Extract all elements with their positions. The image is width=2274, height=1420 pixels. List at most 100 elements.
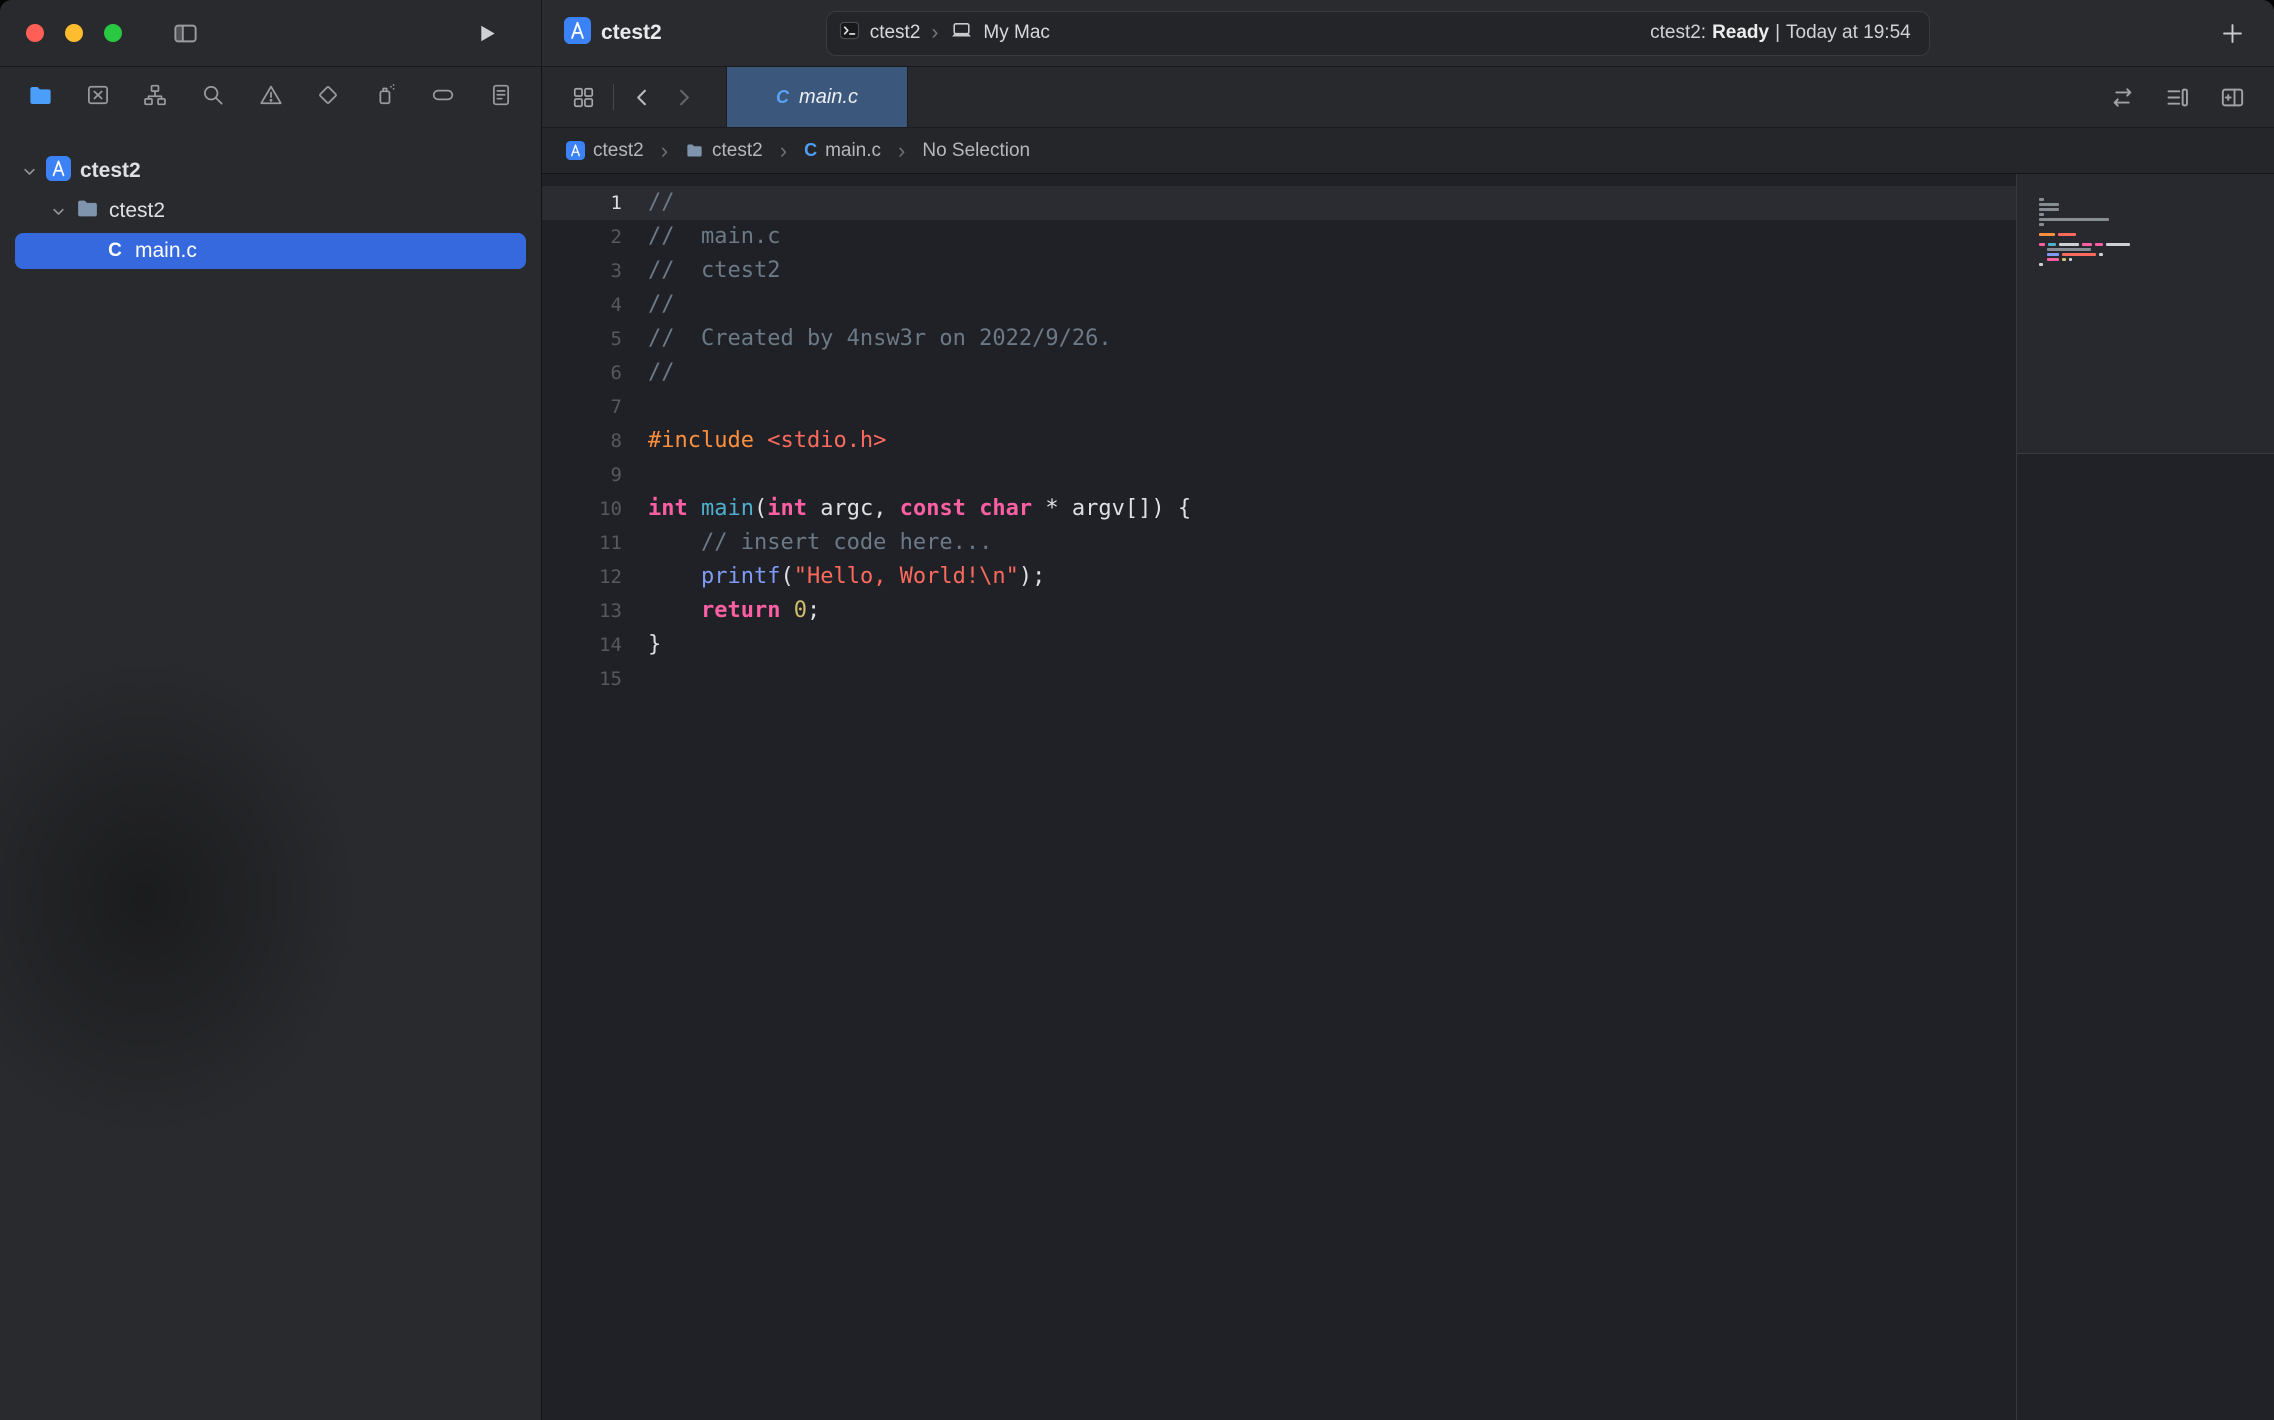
line-number[interactable]: 8 — [542, 424, 622, 458]
code-text: // — [648, 186, 675, 220]
zoom-button[interactable] — [104, 24, 122, 42]
tab-main-c[interactable]: C main.c — [726, 67, 908, 127]
minimap-line — [2039, 218, 2130, 221]
run-button[interactable] — [474, 21, 499, 46]
line-number[interactable]: 2 — [542, 220, 622, 254]
breadcrumb-item[interactable]: No Selection — [922, 140, 1030, 162]
code-line[interactable]: 9 — [542, 458, 2016, 492]
disclosure-chevron-icon[interactable] — [21, 164, 37, 179]
code-text: #include <stdio.h> — [648, 424, 886, 458]
code-line[interactable]: 14} — [542, 628, 2016, 662]
line-number[interactable]: 14 — [542, 628, 622, 662]
activity-status[interactable]: ctest2: Ready | Today at 19:54 — [1650, 22, 1911, 44]
scheme-destination-label[interactable]: My Mac — [983, 22, 1050, 44]
minimap[interactable] — [2016, 174, 2274, 1420]
chevron-separator-icon: › — [929, 21, 940, 45]
breadcrumb-separator-icon: › — [652, 140, 677, 162]
breadcrumb-label: ctest2 — [712, 140, 763, 162]
scheme-selector[interactable]: ctest2 › My Mac — [838, 18, 1050, 49]
find-navigator-icon[interactable] — [195, 77, 231, 113]
related-items-icon[interactable] — [562, 85, 605, 110]
tab-bar-left-controls — [542, 67, 704, 127]
scheme-target-label[interactable]: ctest2 — [870, 22, 921, 44]
breadcrumb-label: main.c — [825, 140, 881, 162]
code-line[interactable]: 3// ctest2 — [542, 254, 2016, 288]
breadcrumb-item[interactable]: ctest2 — [566, 140, 644, 162]
code-line[interactable]: 1 // — [542, 186, 2016, 220]
line-number[interactable]: 15 — [542, 662, 622, 696]
line-number[interactable]: 12 — [542, 560, 622, 594]
line-number[interactable]: 6 — [542, 356, 622, 390]
breadcrumb-item[interactable]: ctest2 — [685, 140, 763, 162]
editor-tab-bar: C main.c — [542, 67, 2274, 128]
minimap-line — [2039, 213, 2130, 216]
add-button[interactable] — [2219, 20, 2246, 47]
minimap-line — [2047, 248, 2130, 251]
code-text: // — [648, 288, 675, 322]
code-line[interactable]: 4 // — [542, 288, 2016, 322]
code-line[interactable]: 6 // — [542, 356, 2016, 390]
back-button[interactable] — [622, 86, 663, 109]
breadcrumb-item[interactable]: Cmain.c — [804, 140, 881, 162]
code-editor[interactable]: 1//2// main.c3// ctest24//5// Created by… — [542, 174, 2016, 1420]
activity-pill: ctest2 › My Mac ctest2: Ready | Today at… — [826, 11, 1930, 56]
navigator-sidebar: ctest2 ctest2 Cmain.c — [0, 67, 542, 1420]
code-text: // — [648, 356, 675, 390]
tree-row-ctest2[interactable]: ctest2 — [15, 153, 526, 189]
report-navigator-icon[interactable] — [483, 77, 519, 113]
project-navigator-icon[interactable] — [22, 77, 58, 113]
line-number[interactable]: 13 — [542, 594, 622, 628]
code-line[interactable]: 11 // insert code here... — [542, 526, 2016, 560]
tree-row-main.c[interactable]: Cmain.c — [15, 233, 526, 269]
main-split: ctest2 ctest2 Cmain.c — [0, 67, 2274, 1420]
c-file-icon: C — [804, 140, 817, 161]
project-file-tree: ctest2 ctest2 Cmain.c — [0, 123, 541, 269]
line-number[interactable]: 4 — [542, 288, 622, 322]
code-text: } — [648, 628, 661, 662]
close-button[interactable] — [26, 24, 44, 42]
debug-navigator-icon[interactable] — [368, 77, 404, 113]
line-number[interactable]: 1 — [542, 186, 622, 220]
line-number[interactable]: 10 — [542, 492, 622, 526]
adjust-editor-icon[interactable] — [2164, 84, 2191, 111]
code-line[interactable]: 12 printf("Hello, World!\n"); — [542, 560, 2016, 594]
code-text: // Created by 4nsw3r on 2022/9/26. — [648, 322, 1112, 356]
add-editor-icon[interactable] — [2219, 84, 2246, 111]
issue-navigator-icon[interactable] — [253, 77, 289, 113]
code-review-icon[interactable] — [2109, 84, 2136, 111]
code-line[interactable]: 5 // Created by 4nsw3r on 2022/9/26. — [542, 322, 2016, 356]
status-project-label: ctest2: — [1650, 22, 1706, 44]
breakpoint-navigator-icon[interactable] — [425, 77, 461, 113]
code-line[interactable]: 10int main(int argc, const char * argv[]… — [542, 492, 2016, 526]
minimap-line — [2039, 243, 2130, 246]
breadcrumb-label: ctest2 — [593, 140, 644, 162]
sidebar-toggle-icon[interactable] — [172, 20, 199, 47]
code-line[interactable]: 8 #include <stdio.h> — [542, 424, 2016, 458]
code-line[interactable]: 7 — [542, 390, 2016, 424]
code-line[interactable]: 13 return 0; — [542, 594, 2016, 628]
c-file-icon: C — [776, 87, 789, 108]
line-number[interactable]: 7 — [542, 390, 622, 424]
line-number[interactable]: 3 — [542, 254, 622, 288]
minimap-line — [2039, 223, 2130, 226]
code-text: printf("Hello, World!\n"); — [648, 560, 1045, 594]
window-project-title: ctest2 — [601, 21, 662, 45]
disclosure-chevron-icon[interactable] — [50, 204, 66, 219]
tab-bar-right-controls — [2109, 67, 2274, 127]
tree-row-ctest2[interactable]: ctest2 — [15, 193, 526, 229]
minimap-line — [2039, 208, 2130, 211]
symbol-navigator-icon[interactable] — [137, 77, 173, 113]
code-line[interactable]: 2// main.c — [542, 220, 2016, 254]
terminal-icon — [838, 19, 861, 48]
line-number[interactable]: 5 — [542, 322, 622, 356]
source-control-navigator-icon[interactable] — [80, 77, 116, 113]
line-number[interactable]: 11 — [542, 526, 622, 560]
toolbar: ctest2 ctest2 › My Mac ctest2: Ready — [0, 0, 2274, 67]
minimize-button[interactable] — [65, 24, 83, 42]
test-navigator-icon[interactable] — [310, 77, 346, 113]
code-line[interactable]: 15 — [542, 662, 2016, 696]
line-number[interactable]: 9 — [542, 458, 622, 492]
forward-button[interactable] — [663, 86, 704, 109]
editor-body: 1//2// main.c3// ctest24//5// Created by… — [542, 174, 2274, 1420]
breadcrumb: ctest2›ctest2›Cmain.c›No Selection — [566, 140, 1030, 162]
